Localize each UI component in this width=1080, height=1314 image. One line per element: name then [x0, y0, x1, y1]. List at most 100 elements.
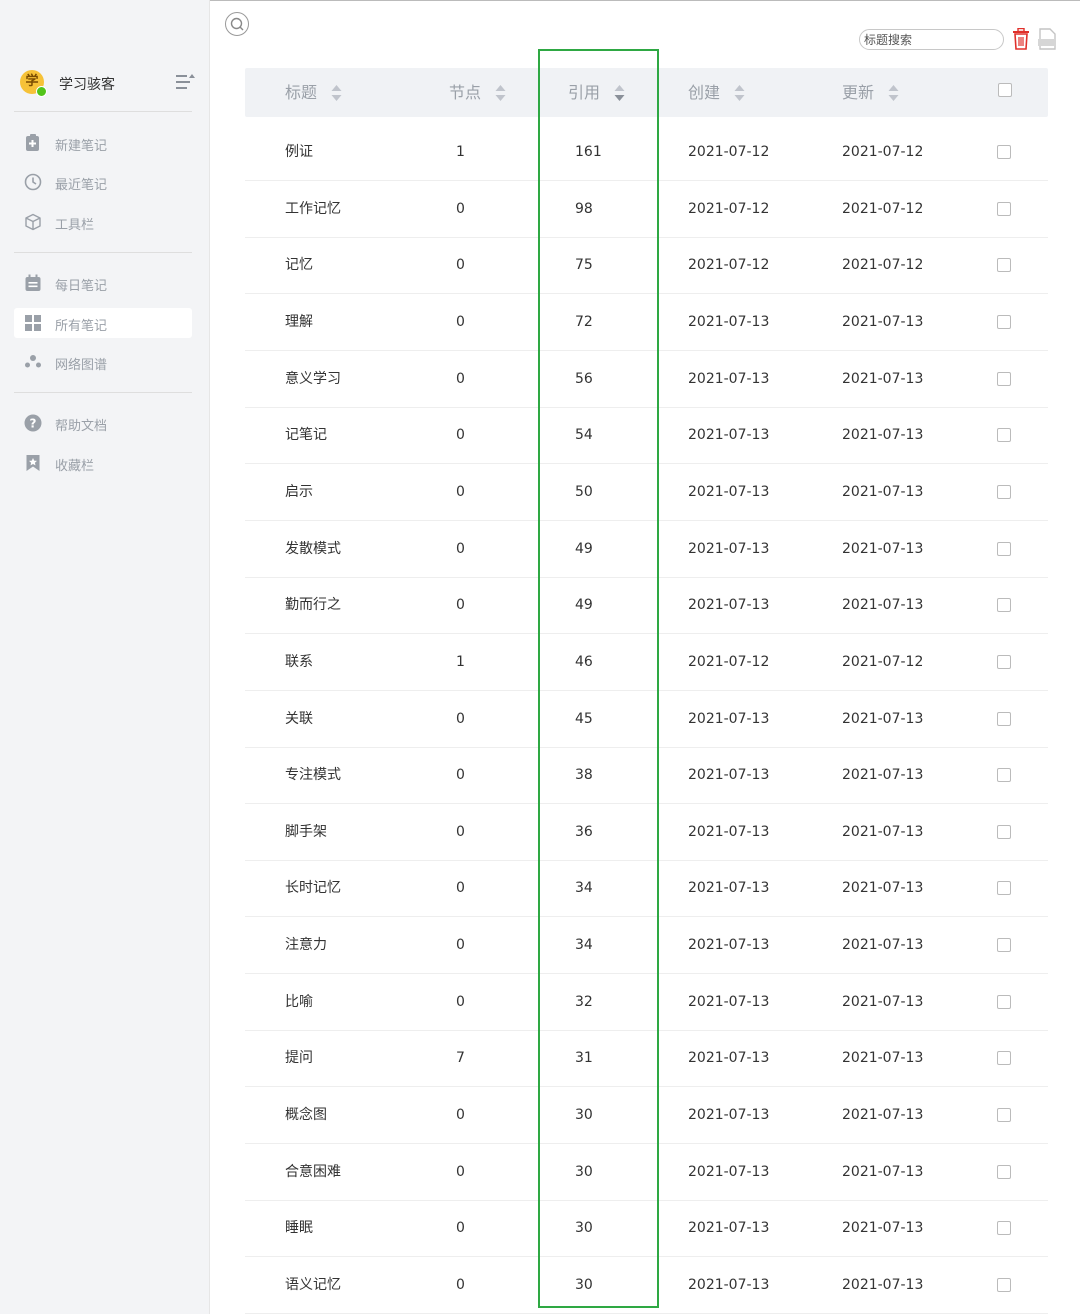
cell-refs: 49: [575, 597, 593, 614]
cell-title[interactable]: 合意困难: [285, 1144, 341, 1200]
table-row[interactable]: 脚手架 0 36 2021-07-13 2021-07-13: [245, 804, 1048, 861]
cell-title[interactable]: 启示: [285, 464, 313, 520]
sidebar-item-daily-notes[interactable]: 每日笔记: [14, 268, 192, 298]
sort-desc-icon[interactable]: [614, 84, 625, 102]
cell-title[interactable]: 长时记忆: [285, 860, 341, 916]
table-row[interactable]: 联系 1 46 2021-07-12 2021-07-12: [245, 634, 1048, 691]
export-icon[interactable]: [1036, 28, 1058, 50]
sidebar-item-network-graph[interactable]: 网络图谱: [14, 347, 192, 377]
sidebar-item-favorites[interactable]: 收藏栏: [14, 448, 192, 478]
trash-icon[interactable]: [1012, 28, 1030, 50]
sidebar-item-recent-notes[interactable]: 最近笔记: [14, 167, 192, 197]
sidebar-item-label: 收藏栏: [55, 459, 95, 474]
row-checkbox[interactable]: [997, 484, 1011, 499]
cell-title[interactable]: 注意力: [285, 917, 327, 973]
select-all-checkbox[interactable]: [998, 83, 1012, 97]
row-checkbox[interactable]: [997, 371, 1011, 386]
row-checkbox[interactable]: [997, 201, 1011, 216]
row-checkbox[interactable]: [997, 145, 1011, 159]
table-row[interactable]: 合意困难 0 30 2021-07-13 2021-07-13: [245, 1144, 1048, 1201]
table-row[interactable]: 例证 1 161 2021-07-12 2021-07-12: [245, 124, 1048, 181]
table-row[interactable]: 睡眠 0 30 2021-07-13 2021-07-13: [245, 1200, 1048, 1258]
cell-title[interactable]: 语义记忆: [285, 1257, 341, 1313]
user-profile[interactable]: 学 学习骇客: [20, 70, 195, 98]
cell-title[interactable]: 记笔记: [285, 407, 327, 463]
title-search-input[interactable]: [859, 29, 1004, 50]
column-header-nodes[interactable]: 节点: [449, 68, 506, 117]
row-checkbox[interactable]: [997, 994, 1011, 1009]
row-checkbox[interactable]: [997, 258, 1011, 273]
row-checkbox[interactable]: [997, 541, 1011, 556]
cell-title[interactable]: 理解: [285, 294, 313, 350]
cell-title[interactable]: 睡眠: [285, 1200, 313, 1256]
sort-icon[interactable]: [331, 84, 342, 102]
sort-icon[interactable]: [495, 84, 506, 102]
sidebar-item-toolbar[interactable]: 工具栏: [14, 207, 192, 237]
sidebar-item-all-notes[interactable]: 所有笔记: [14, 308, 192, 338]
cell-nodes: 0: [456, 427, 465, 444]
row-checkbox[interactable]: [997, 428, 1011, 443]
table-row[interactable]: 勤而行之 0 49 2021-07-13 2021-07-13: [245, 577, 1048, 635]
table-row[interactable]: 关联 0 45 2021-07-13 2021-07-13: [245, 691, 1048, 748]
row-checkbox[interactable]: [997, 938, 1011, 953]
table-row[interactable]: 发散模式 0 49 2021-07-13 2021-07-13: [245, 521, 1048, 578]
column-header-label: 更新: [842, 83, 875, 102]
row-checkbox[interactable]: [997, 1278, 1011, 1292]
cell-title[interactable]: 例证: [285, 124, 313, 180]
table-row[interactable]: 概念图 0 30 2021-07-13 2021-07-13: [245, 1087, 1048, 1145]
cell-updated: 2021-07-13: [842, 1220, 924, 1237]
row-checkbox[interactable]: [997, 598, 1011, 613]
cell-nodes: 0: [456, 483, 465, 500]
cell-title[interactable]: 发散模式: [285, 521, 341, 577]
table-row[interactable]: 比喻 0 32 2021-07-13 2021-07-13: [245, 974, 1048, 1031]
collapse-sidebar-icon[interactable]: [175, 73, 195, 91]
row-checkbox[interactable]: [997, 711, 1011, 726]
table-row[interactable]: 记忆 0 75 2021-07-12 2021-07-12: [245, 237, 1048, 295]
sidebar-item-help[interactable]: ? 帮助文档: [14, 408, 192, 438]
cell-updated: 2021-07-13: [842, 1050, 924, 1067]
table-row[interactable]: 理解 0 72 2021-07-13 2021-07-13: [245, 294, 1048, 351]
table-row[interactable]: 长时记忆 0 34 2021-07-13 2021-07-13: [245, 860, 1048, 918]
row-checkbox[interactable]: [997, 1051, 1011, 1066]
cell-created: 2021-07-13: [688, 483, 770, 500]
cell-title[interactable]: 勤而行之: [285, 577, 341, 633]
avatar[interactable]: 学: [20, 70, 47, 97]
table-row[interactable]: 记笔记 0 54 2021-07-13 2021-07-13: [245, 407, 1048, 465]
sidebar-item-new-note[interactable]: 新建笔记: [14, 128, 192, 158]
table-row[interactable]: 提问 7 31 2021-07-13 2021-07-13: [245, 1030, 1048, 1088]
row-checkbox[interactable]: [997, 1221, 1011, 1236]
cell-title[interactable]: 意义学习: [285, 351, 341, 407]
table-row[interactable]: 语义记忆 0 30 2021-07-13 2021-07-13: [245, 1257, 1048, 1314]
cell-title[interactable]: 专注模式: [285, 747, 341, 803]
cell-title[interactable]: 概念图: [285, 1087, 327, 1143]
cell-title[interactable]: 比喻: [285, 974, 313, 1030]
column-header-created[interactable]: 创建: [688, 68, 745, 117]
table-row[interactable]: 专注模式 0 38 2021-07-13 2021-07-13: [245, 747, 1048, 805]
cell-title[interactable]: 联系: [285, 634, 313, 690]
column-header-label: 引用: [568, 83, 601, 102]
sort-icon[interactable]: [734, 84, 745, 102]
row-checkbox[interactable]: [997, 1164, 1011, 1179]
sort-icon[interactable]: [888, 84, 899, 102]
row-checkbox[interactable]: [997, 881, 1011, 896]
table-row[interactable]: 工作记忆 0 98 2021-07-12 2021-07-12: [245, 181, 1048, 238]
column-header-refs[interactable]: 引用: [568, 68, 625, 117]
table-row[interactable]: 启示 0 50 2021-07-13 2021-07-13: [245, 464, 1048, 521]
cell-title[interactable]: 工作记忆: [285, 181, 341, 237]
row-checkbox[interactable]: [997, 314, 1011, 329]
row-checkbox[interactable]: [997, 824, 1011, 839]
table-row[interactable]: 注意力 0 34 2021-07-13 2021-07-13: [245, 917, 1048, 975]
cell-title[interactable]: 提问: [285, 1030, 313, 1086]
cell-nodes: 0: [456, 767, 465, 784]
cell-title[interactable]: 关联: [285, 691, 313, 747]
row-checkbox[interactable]: [997, 768, 1011, 783]
table-row[interactable]: 意义学习 0 56 2021-07-13 2021-07-13: [245, 351, 1048, 408]
column-header-updated[interactable]: 更新: [842, 68, 899, 117]
cell-title[interactable]: 脚手架: [285, 804, 327, 860]
row-checkbox[interactable]: [997, 654, 1011, 669]
sidebar-divider: [14, 392, 192, 393]
search-toggle-button[interactable]: [225, 12, 249, 36]
column-header-title[interactable]: 标题: [285, 68, 342, 117]
cell-title[interactable]: 记忆: [285, 237, 313, 293]
row-checkbox[interactable]: [997, 1108, 1011, 1123]
